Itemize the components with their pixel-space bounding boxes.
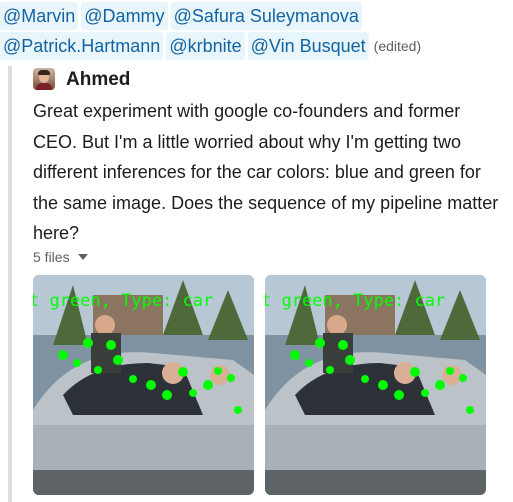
mention-safura-suleymanova[interactable]: @Safura Suleymanova xyxy=(170,2,362,30)
mention-patrick-hartmann[interactable]: @Patrick.Hartmann xyxy=(0,32,164,60)
overlay-label-2: t green, Type: car xyxy=(265,291,445,311)
mention-vin-busquet[interactable]: @Vin Busquet xyxy=(247,32,369,60)
mentions-line-1: @Marvin @Dammy @Safura Suleymanova xyxy=(0,2,365,32)
avatar[interactable] xyxy=(33,68,55,90)
thread-indent-bar xyxy=(8,66,12,502)
mention-krbnite[interactable]: @krbnite xyxy=(166,32,245,60)
image-attachment-2[interactable]: t green, Type: car xyxy=(265,275,486,495)
files-toggle[interactable]: 5 files xyxy=(33,247,88,267)
mention-marvin[interactable]: @Marvin xyxy=(0,2,79,30)
message-text: Great experiment with google co-founders… xyxy=(33,101,499,243)
files-count-label: 5 files xyxy=(33,249,70,265)
caret-down-icon xyxy=(77,254,88,260)
edited-indicator: (edited) xyxy=(373,38,422,54)
image-attachment-1[interactable]: t green, Type: car xyxy=(33,275,254,495)
overlay-label-1: t green, Type: car xyxy=(33,291,213,311)
mentions-line-2: @Patrick.Hartmann @krbnite @Vin Busquet (ed… xyxy=(0,32,421,62)
author-name[interactable]: Ahmed xyxy=(66,67,130,93)
mention-dammy[interactable]: @Dammy xyxy=(81,2,168,30)
